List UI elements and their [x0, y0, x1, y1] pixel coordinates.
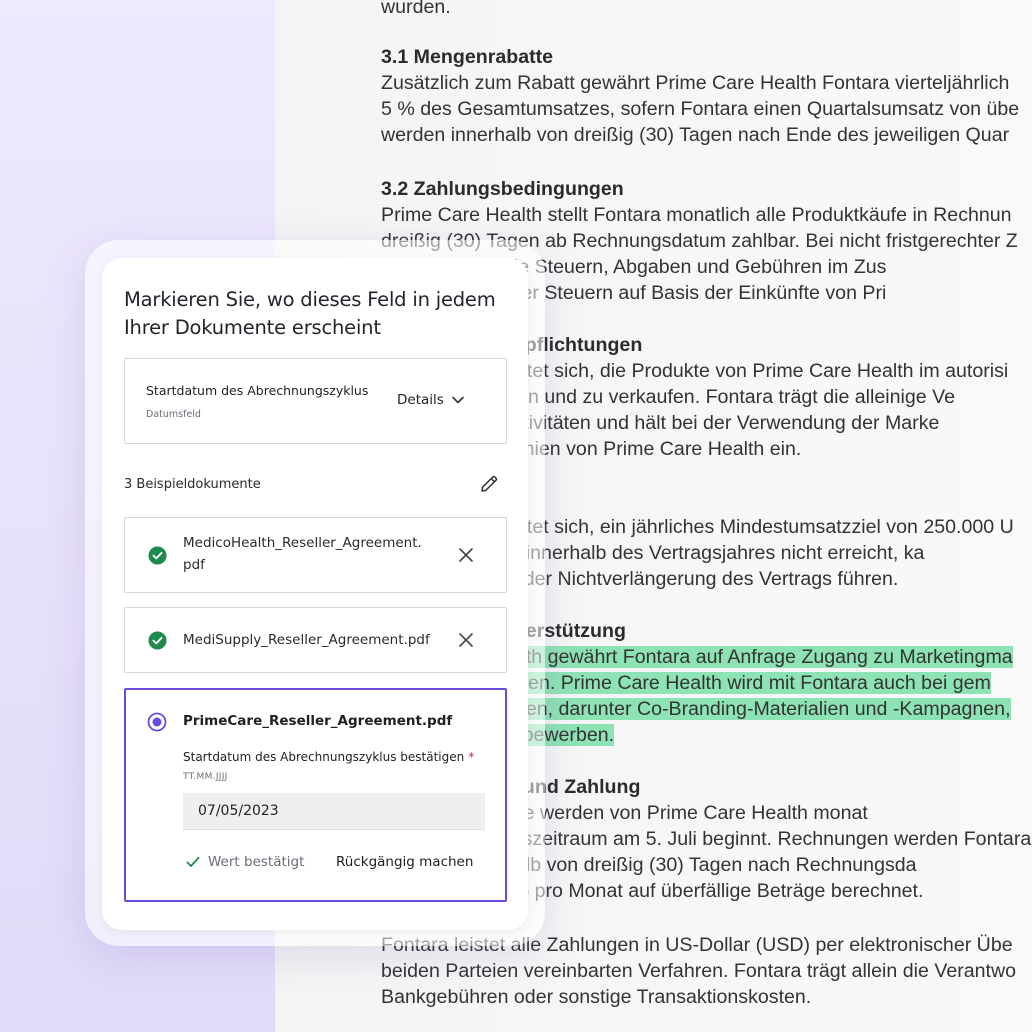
- document-item[interactable]: MedicoHealth_Reseller_Agreement.pdf: [124, 517, 507, 593]
- checkmark-icon: [186, 856, 200, 867]
- field-summary: Startdatum des Abrechnungszyklus Datumsf…: [124, 358, 507, 444]
- value-confirmed-status: Wert bestätigt: [186, 854, 304, 870]
- confirmed-text: Wert bestätigt: [208, 854, 305, 870]
- doc-line: werden innerhalb von dreißig (30) Tagen …: [381, 124, 1010, 146]
- doc-line: Bankgebühren oder sonstige Transaktionsk…: [381, 986, 812, 1008]
- field-name: Startdatum des Abrechnungszyklus: [146, 383, 369, 398]
- section-heading: 3.2 Zahlungsbedingungen: [381, 178, 624, 200]
- document-name: MedicoHealth_Reseller_Agreement.pdf: [183, 535, 422, 573]
- check-circle-icon: [148, 546, 167, 565]
- close-icon[interactable]: [458, 547, 474, 563]
- field-mapping-panel: Markieren Sie, wo dieses Feld in jedem I…: [102, 258, 528, 930]
- doc-line: 5 % des Gesamtumsatzes, sofern Fontara e…: [381, 98, 1020, 120]
- details-button[interactable]: Details: [397, 392, 464, 408]
- radio-selected-icon[interactable]: [147, 712, 167, 732]
- active-document-name: PrimeCare_Reseller_Agreement.pdf: [183, 713, 453, 729]
- close-icon[interactable]: [458, 632, 474, 648]
- document-item[interactable]: MediSupply_Reseller_Agreement.pdf: [124, 607, 507, 673]
- doc-line: wurden.: [381, 0, 451, 18]
- panel-title: Markieren Sie, wo dieses Feld in jedem I…: [124, 288, 496, 339]
- date-format-hint: TT.MM.JJJJ: [183, 772, 228, 782]
- pencil-icon[interactable]: [478, 473, 500, 495]
- details-label: Details: [397, 392, 444, 408]
- date-input[interactable]: [183, 793, 485, 830]
- active-document-item[interactable]: PrimeCare_Reseller_Agreement.pdf Startda…: [124, 688, 507, 902]
- check-circle-icon: [148, 631, 167, 650]
- document-name: MediSupply_Reseller_Agreement.pdf: [183, 632, 430, 648]
- doc-line: beiden Parteien vereinbarten Verfahren. …: [381, 960, 1017, 982]
- chevron-down-icon: [452, 396, 464, 404]
- confirm-label-text: Startdatum des Abrechnungszyklus bestäti…: [183, 750, 465, 764]
- sample-documents-label: 3 Beispieldokumente: [124, 477, 261, 492]
- doc-line: Prime Care Health stellt Fontara monatli…: [381, 204, 1012, 226]
- undo-button[interactable]: Rückgängig machen: [336, 854, 473, 870]
- confirm-field-label: Startdatum des Abrechnungszyklus bestäti…: [183, 750, 474, 764]
- section-heading: 3.1 Mengenrabatte: [381, 46, 554, 68]
- doc-line: Zusätzlich zum Rabatt gewährt Prime Care…: [381, 72, 1010, 94]
- required-marker: *: [468, 750, 475, 764]
- field-type: Datumsfeld: [146, 409, 201, 420]
